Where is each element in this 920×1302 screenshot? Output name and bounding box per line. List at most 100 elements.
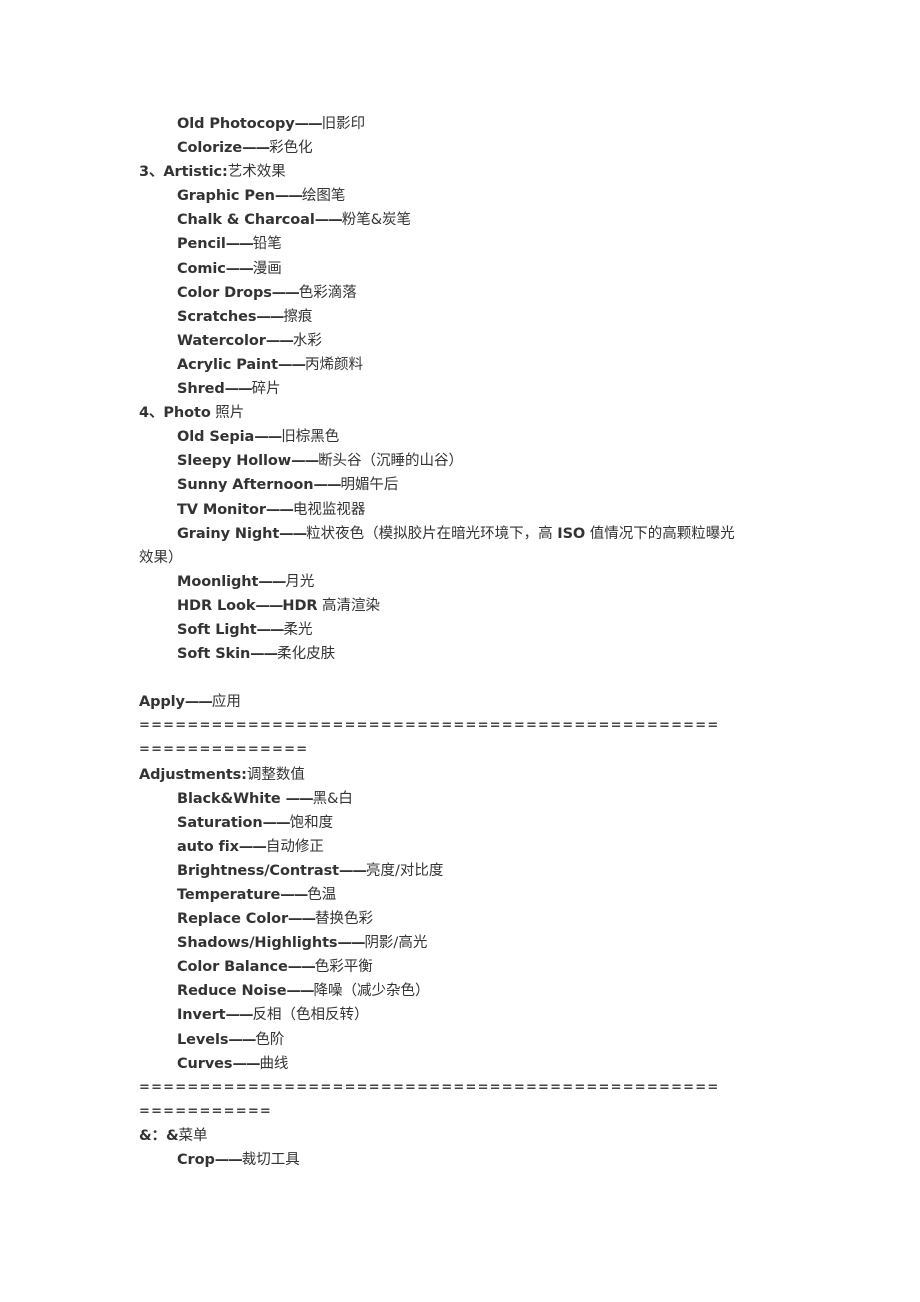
item-dash: ——	[314, 212, 343, 229]
separator-line: ========================================…	[139, 718, 720, 734]
item-dash: ——	[224, 381, 253, 398]
item-zh: 彩色化	[269, 140, 313, 157]
item-dash: ——	[287, 959, 316, 976]
item-en: Replace Color	[177, 911, 288, 928]
item-en: Moonlight	[177, 573, 259, 590]
item-dash: ——	[225, 1007, 254, 1024]
item-zh: 月光	[285, 573, 315, 590]
item-dash: ——	[242, 140, 270, 157]
item-dash: ——	[277, 356, 306, 373]
apply-zh: 应用	[211, 694, 241, 711]
list-item: Comic——漫画	[139, 257, 789, 281]
item-dash: ——	[254, 429, 282, 446]
list-item: HDR Look——HDR 高清渲染	[139, 594, 789, 618]
list-item: Replace Color——替换色彩	[139, 907, 789, 931]
item-zh: 黑&白	[312, 790, 353, 807]
item-dash: ——	[291, 453, 319, 470]
item-zh: 色彩滴落	[298, 284, 357, 301]
item-zh: 饱和度	[289, 814, 334, 831]
item-dash: ——	[294, 116, 323, 132]
item-en: Scratches	[177, 308, 257, 325]
item-zh: 亮度/对比度	[365, 862, 444, 879]
item-dash: ——	[285, 790, 314, 807]
list-item: Temperature——色温	[139, 883, 789, 907]
item-dash: ——	[238, 838, 267, 855]
item-zh-after: 值情况下的高颗粒曝光	[585, 525, 735, 542]
item-dash: ——	[271, 284, 300, 301]
list-item: Soft Skin——柔化皮肤	[139, 642, 789, 666]
item-dash: ——	[274, 188, 303, 205]
list-item: Invert——反相（色相反转）	[139, 1003, 789, 1027]
list-item: Sleepy Hollow——断头谷（沉睡的山谷）	[139, 449, 789, 473]
item-dash: ——	[279, 525, 307, 542]
apply-en: Apply	[139, 694, 185, 711]
heading-en: Adjustments:	[139, 766, 247, 783]
list-item: Crop——裁切工具	[139, 1148, 789, 1172]
item-zh: 明媚午后	[340, 477, 399, 494]
item-zh: 电视监视器	[292, 501, 366, 518]
item-zh: 擦痕	[283, 308, 313, 325]
item-zh: 曲线	[259, 1055, 289, 1072]
list-item: Reduce Noise——降噪（减少杂色）	[139, 979, 789, 1003]
list-item: Shadows/Highlights——阴影/高光	[139, 931, 789, 955]
document-body: Old Photocopy——旧影印 Colorize——彩色化 3、Artis…	[139, 112, 789, 1172]
list-item: Moonlight——月光	[139, 570, 789, 594]
item-en: Shadows/Highlights	[177, 935, 338, 952]
list-item: Old Sepia——旧棕黑色	[139, 425, 789, 449]
item-en: Old Photocopy	[177, 116, 295, 132]
item-en: Comic	[177, 260, 226, 277]
item-en: Old Sepia	[177, 429, 255, 446]
section-heading-menu: &：&菜单	[139, 1124, 789, 1148]
item-zh: 反相（色相反转）	[252, 1007, 369, 1024]
item-en: Brightness/Contrast	[177, 862, 339, 879]
item-zh: 裁切工具	[241, 1152, 300, 1169]
item-dash: ——	[288, 911, 316, 928]
item-zh: 漫画	[252, 260, 282, 277]
heading-zh: 照片	[210, 405, 245, 422]
item-zh: 色彩平衡	[314, 959, 373, 976]
item-dash: ——	[265, 501, 294, 518]
section-heading-photo: 4、Photo 照片	[139, 401, 789, 425]
apply-line: Apply——应用	[139, 690, 789, 714]
item-zh: 丙烯颜料	[304, 356, 363, 373]
item-en: auto fix	[177, 838, 239, 855]
separator-line: ===========	[139, 1103, 273, 1119]
item-en: Chalk & Charcoal	[177, 212, 315, 229]
list-item: TV Monitor——电视监视器	[139, 498, 789, 522]
item-zh: 粒状夜色（模拟胶片在暗光环境下，高	[306, 525, 558, 542]
item-en: Crop	[177, 1152, 215, 1169]
item-en: Pencil	[177, 236, 226, 253]
item-zh: 柔化皮肤	[277, 646, 336, 663]
item-continuation: 效果）	[139, 549, 183, 566]
item-en: Reduce Noise	[177, 983, 287, 1000]
item-en: HDR Look	[177, 597, 256, 614]
item-dash: ——	[262, 814, 291, 831]
list-item: Color Drops——色彩滴落	[139, 281, 789, 305]
item-dash: ——	[258, 573, 286, 590]
item-en: Saturation	[177, 814, 263, 831]
heading-en: Artistic:	[163, 164, 228, 181]
list-item: Sunny Afternoon——明媚午后	[139, 473, 789, 497]
item-dash: ——	[225, 260, 254, 277]
item-zh: 色温	[307, 887, 337, 903]
item-dash: ——	[232, 1055, 260, 1072]
item-dash: ——	[280, 887, 308, 903]
list-item: Levels——色阶	[139, 1028, 789, 1052]
heading-zh: 调整数值	[246, 766, 305, 783]
list-item: Saturation——饱和度	[139, 811, 789, 835]
item-en: Watercolor	[177, 332, 266, 349]
item-zh: 替换色彩	[315, 911, 373, 928]
list-item: Graphic Pen——绘图笔	[139, 184, 789, 208]
list-item: Color Balance——色彩平衡	[139, 955, 789, 979]
heading-en: &：&	[139, 1127, 179, 1144]
list-item: Colorize——彩色化	[139, 136, 789, 160]
item-zh: 碎片	[251, 381, 281, 398]
item-en: Invert	[177, 1007, 226, 1024]
separator-line: ========================================…	[139, 1079, 720, 1095]
item-en: Curves	[177, 1055, 233, 1072]
item-dash: ——	[313, 477, 341, 494]
item-en: TV Monitor	[177, 501, 266, 518]
separator-line: ==============	[139, 742, 309, 758]
item-en: Levels	[177, 1031, 229, 1048]
